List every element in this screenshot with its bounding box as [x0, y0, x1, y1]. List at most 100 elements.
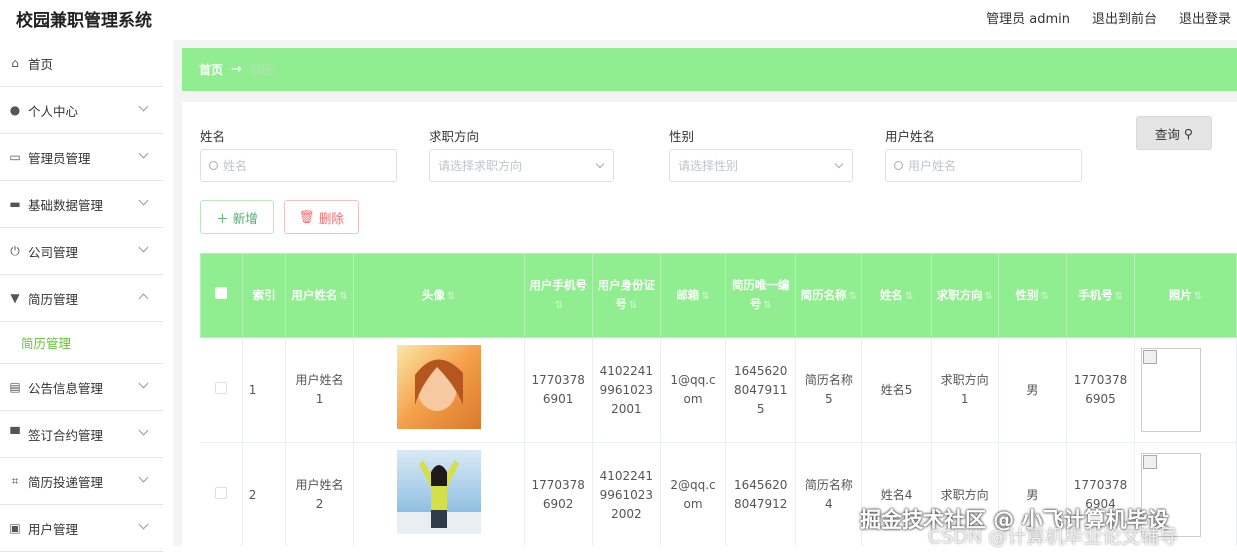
sidebar-item-admin[interactable]: ▭ 管理员管理 — [0, 134, 163, 181]
col-avatar[interactable]: 头像 ⇅ — [352, 253, 525, 338]
col-index: 索引 — [241, 253, 287, 338]
cell-user-phone: 17703786902 — [524, 442, 593, 546]
app-title: 校园兼职管理系统 — [16, 11, 152, 31]
sort-icon: ⇅ — [1193, 290, 1203, 302]
cell-username: 用户姓名2 — [285, 442, 354, 546]
sidebar-item-delivery[interactable]: ⌗ 简历投递管理 — [0, 458, 163, 505]
chevron-down-icon — [138, 195, 149, 206]
cell-avatar — [353, 442, 525, 546]
chevron-down-icon — [138, 519, 149, 530]
col-resume-name[interactable]: 简历名称 ⇅ — [795, 253, 863, 338]
resume-table: 索引 用户姓名 ⇅ 头像 ⇅ 用户手机号⇅ 用户身份证号 ⇅ 邮箱 ⇅ 简历唯一编号 ⇅ … — [200, 253, 1237, 546]
sidebar-item-label: 基础数据管理 — [28, 197, 104, 213]
sort-icon: ⇅ — [1114, 290, 1123, 302]
col-user-idcard[interactable]: 用户身份证号 ⇅ — [591, 253, 661, 338]
trash-icon: 🗑 — [299, 209, 315, 224]
chevron-down-icon — [595, 159, 605, 169]
cell-mobile: 17703786905 — [1066, 337, 1136, 443]
cell-avatar — [353, 337, 525, 443]
sidebar-item-label: 简历投递管理 — [28, 474, 104, 490]
sidebar-item-label: 首页 — [28, 56, 54, 72]
col-user-phone[interactable]: 用户手机号⇅ — [523, 253, 593, 338]
sidebar-item-home[interactable]: ⌂ 首页 — [0, 40, 163, 87]
chevron-down-icon — [138, 472, 149, 483]
sort-icon: ⇅ — [701, 290, 710, 302]
admin-user-label[interactable]: 管理员 admin — [986, 8, 1070, 27]
plus-icon: ＋ — [216, 210, 229, 226]
col-direction[interactable]: 求职方向 ⇅ — [930, 253, 999, 338]
sidebar-item-basic-data[interactable]: ▬ 基础数据管理 — [0, 181, 163, 228]
breadcrumb-current: 简历 — [249, 63, 274, 77]
sidebar-item-users[interactable]: ▣ 用户管理 — [0, 505, 163, 552]
query-button[interactable]: 查询 ⚲ — [1136, 116, 1212, 150]
col-gender[interactable]: 性别 ⇅ — [997, 253, 1067, 338]
logout-link[interactable]: 退出登录 — [1179, 8, 1231, 27]
sidebar-item-resume[interactable]: ▼ 简历管理 — [0, 275, 163, 322]
gender-select[interactable]: 请选择性别 — [669, 149, 853, 182]
sort-icon: ⇅ — [984, 290, 993, 302]
cell-resume-name: 简历名称4 — [795, 442, 863, 546]
search-icon — [209, 161, 218, 170]
back-to-front-link[interactable]: 退出到前台 — [1092, 8, 1157, 27]
table-row[interactable]: 1 用户姓名1 17703786901 410224199610232001 1… — [200, 337, 1237, 443]
col-photo[interactable]: 照片 ⇅ — [1134, 253, 1237, 338]
gender-filter-label: 性别 — [669, 129, 695, 144]
cell-resume-code: 16456208047911 5 — [725, 337, 797, 443]
select-all-checkbox[interactable] — [215, 287, 228, 299]
col-name[interactable]: 姓名 ⇅ — [861, 253, 932, 338]
sidebar-item-label: 用户管理 — [28, 521, 79, 537]
cell-name: 姓名5 — [861, 337, 932, 443]
name-search-input[interactable]: 姓名 — [200, 149, 397, 182]
arrow-right-icon: → — [231, 62, 242, 77]
crop-icon: ⌗ — [11, 473, 19, 488]
breadcrumb-home[interactable]: 首页 — [199, 61, 223, 78]
sort-icon: ⇅ — [848, 290, 858, 302]
chat-icon: ▭ — [9, 150, 21, 164]
direction-select[interactable]: 请选择求职方向 — [429, 149, 614, 182]
row-checkbox[interactable] — [215, 486, 228, 499]
cell-photo — [1134, 337, 1237, 443]
home-icon: ⌂ — [11, 56, 19, 70]
chevron-up-icon — [138, 293, 149, 304]
avatar-image — [396, 345, 481, 429]
col-email[interactable]: 邮箱 ⇅ — [659, 253, 727, 338]
monitor-icon: ▀ — [10, 427, 20, 441]
cell-resume-code: 16456208047912 — [725, 442, 797, 546]
sidebar-item-label: 个人中心 — [28, 103, 79, 119]
cell-email: 1@qq.com — [660, 337, 727, 443]
breadcrumb: 首页 → 简历 — [182, 48, 1237, 91]
clipboard-icon: ▤ — [9, 380, 21, 394]
sidebar-item-company[interactable]: ⏻ 公司管理 — [0, 228, 163, 275]
cell-email: 2@qq.com — [660, 442, 727, 546]
chevron-down-icon — [138, 378, 149, 389]
topbar: 校园兼职管理系统 管理员 admin 退出到前台 退出登录 — [0, 0, 1237, 34]
col-mobile[interactable]: 手机号 ⇅ — [1065, 253, 1136, 338]
cell-index: 1 — [242, 337, 287, 443]
broken-image-icon — [1141, 348, 1202, 432]
sidebar-subitem-resume[interactable]: 简历管理 — [0, 322, 163, 364]
add-button[interactable]: ＋ 新增 — [200, 200, 274, 234]
select-all-header[interactable] — [200, 253, 243, 338]
top-links: 管理员 admin 退出到前台 退出登录 — [986, 8, 1231, 27]
resume-icon: ▼ — [10, 291, 20, 305]
user-icon: ● — [9, 103, 21, 117]
direction-filter-label: 求职方向 — [429, 129, 480, 144]
sort-icon: ⇅ — [1040, 290, 1050, 302]
watermark-csdn: CSDN @计算机毕业论文辅导 — [928, 526, 1179, 548]
search-icon — [894, 161, 903, 170]
chevron-down-icon — [138, 148, 149, 159]
sort-icon: ⇅ — [904, 290, 914, 302]
sidebar-item-contract[interactable]: ▀ 签订合约管理 — [0, 411, 163, 458]
col-resume-code[interactable]: 简历唯一编号 ⇅ — [725, 253, 797, 338]
sidebar-item-notice[interactable]: ▤ 公告信息管理 — [0, 364, 163, 411]
delete-button[interactable]: 🗑 删除 — [284, 200, 359, 234]
power-icon: ⏻ — [10, 243, 20, 258]
cell-user-phone: 17703786901 — [524, 337, 593, 443]
sort-icon: ⇅ — [628, 300, 638, 311]
username-search-input[interactable]: 用户姓名 — [885, 149, 1082, 182]
chevron-down-icon — [138, 425, 149, 436]
col-username[interactable]: 用户姓名 ⇅ — [285, 253, 354, 338]
cell-user-idcard: 410224199610232001 — [592, 337, 661, 443]
row-checkbox[interactable] — [215, 381, 228, 394]
sidebar-item-personal-center[interactable]: ● 个人中心 — [0, 87, 163, 134]
